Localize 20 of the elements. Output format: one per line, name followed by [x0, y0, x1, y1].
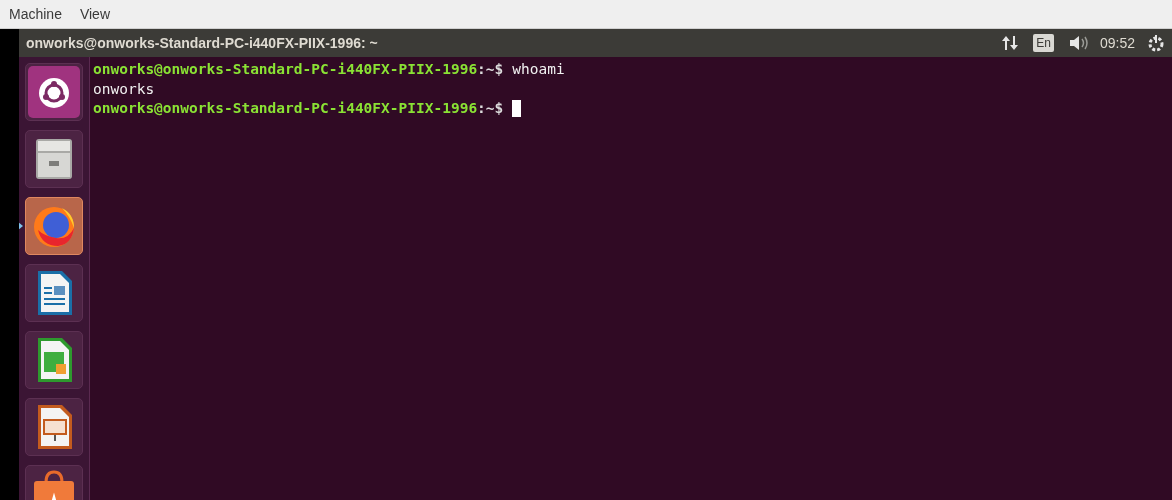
- launcher-button[interactable]: [25, 264, 83, 322]
- output-text: onworks: [93, 79, 155, 99]
- clock[interactable]: 09:52: [1099, 32, 1135, 54]
- keyboard-layout-indicator[interactable]: En: [1033, 34, 1054, 52]
- prompt-path: :~$: [477, 60, 504, 79]
- speaker-icon[interactable]: [1067, 34, 1090, 52]
- launcher-button[interactable]: [25, 130, 83, 188]
- network-arrows-icon[interactable]: [1001, 34, 1020, 52]
- launcher-button[interactable]: [25, 63, 83, 121]
- command-text: whoami: [512, 60, 565, 79]
- launcher-button[interactable]: [25, 331, 83, 389]
- launcher-button[interactable]: [25, 398, 83, 456]
- menu-item[interactable]: Machine: [9, 3, 62, 25]
- prompt-user-host: onworks@onworks-Standard-PC-i440FX-PIIX-1996: [93, 99, 478, 118]
- prompt-path: :~$: [477, 99, 504, 118]
- menu-item[interactable]: View: [79, 3, 110, 25]
- power-gear-icon[interactable]: [1147, 34, 1165, 52]
- ubuntu-logo-icon: [28, 66, 80, 118]
- prompt-user-host: onworks@onworks-Standard-PC-i440FX-PIIX-1996: [93, 60, 478, 79]
- window-title: onworks@onworks-Standard-PC-i440FX-PIIX-1996: ~: [26, 33, 378, 53]
